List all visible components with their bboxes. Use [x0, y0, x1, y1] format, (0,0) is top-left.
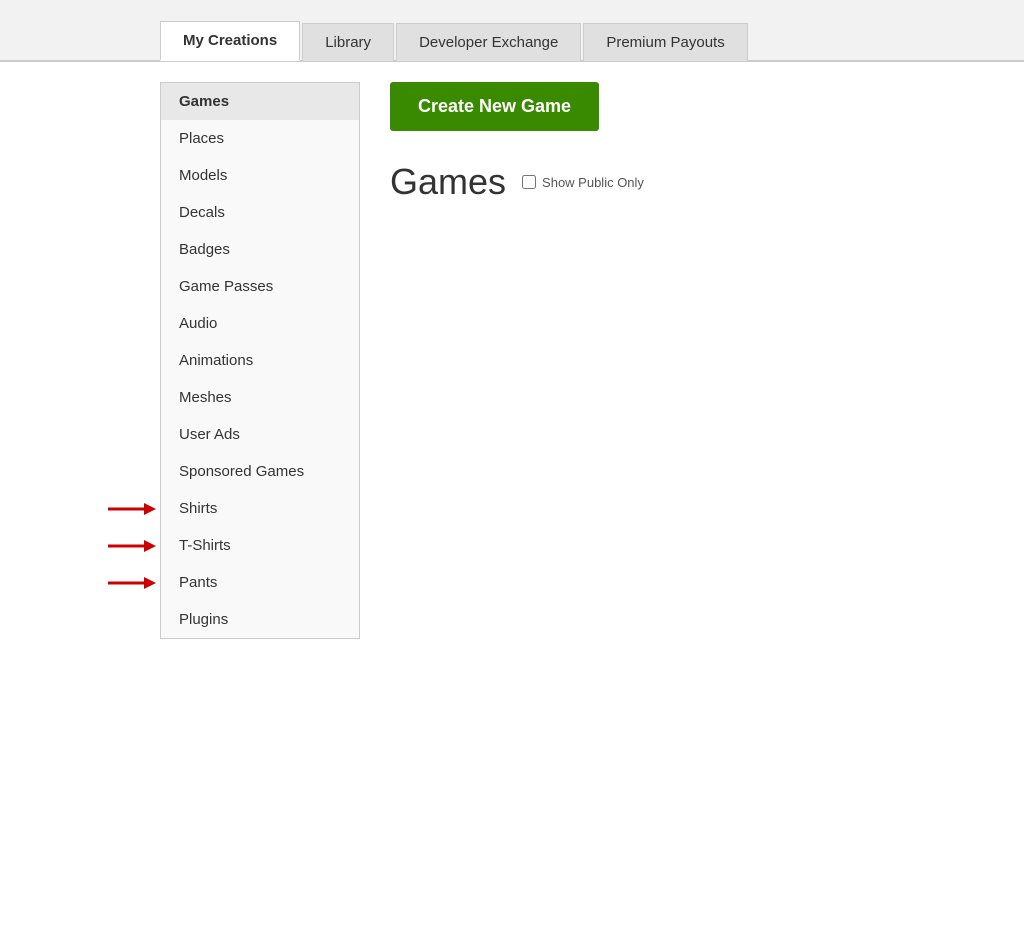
sidebar-item-label: T-Shirts [179, 537, 231, 554]
sidebar-item-label: Sponsored Games [179, 463, 304, 480]
show-public-only-row: Show Public Only [522, 175, 644, 190]
sidebar-item-badges[interactable]: Badges [161, 231, 359, 268]
sidebar-item-shirts[interactable]: Shirts [161, 490, 359, 527]
t-shirts-arrow-indicator [106, 535, 156, 557]
sidebar-item-label: Games [179, 93, 229, 110]
sidebar-item-label: Audio [179, 315, 217, 332]
tab-premium-payouts[interactable]: Premium Payouts [583, 23, 747, 61]
sidebar-item-label: Meshes [179, 389, 232, 406]
sidebar-item-label: Badges [179, 241, 230, 258]
sidebar-item-label: Places [179, 130, 224, 147]
section-title: Games [390, 161, 506, 203]
sidebar-item-label: Pants [179, 574, 217, 591]
main-content: Games Places Models Decals Badges Game P… [0, 62, 1024, 882]
create-new-game-button[interactable]: Create New Game [390, 82, 599, 131]
sidebar-item-animations[interactable]: Animations [161, 342, 359, 379]
sidebar-item-label: Animations [179, 352, 253, 369]
sidebar-item-label: Game Passes [179, 278, 273, 295]
tabs-bar: My Creations Library Developer Exchange … [0, 0, 1024, 62]
sidebar-item-plugins[interactable]: Plugins [161, 601, 359, 638]
sidebar-item-label: Shirts [179, 500, 217, 517]
sidebar-item-game-passes[interactable]: Game Passes [161, 268, 359, 305]
sidebar-item-label: Models [179, 167, 227, 184]
sidebar-item-meshes[interactable]: Meshes [161, 379, 359, 416]
section-title-row: Games Show Public Only [390, 161, 864, 203]
sidebar-item-audio[interactable]: Audio [161, 305, 359, 342]
tab-library[interactable]: Library [302, 23, 394, 61]
content-area: Create New Game Games Show Public Only [360, 82, 864, 882]
page-wrapper: My Creations Library Developer Exchange … [0, 0, 1024, 927]
sidebar-item-games[interactable]: Games [161, 83, 359, 120]
sidebar: Games Places Models Decals Badges Game P… [160, 82, 360, 639]
sidebar-item-sponsored-games[interactable]: Sponsored Games [161, 453, 359, 490]
sidebar-item-label: User Ads [179, 426, 240, 443]
pants-arrow-indicator [106, 572, 156, 594]
sidebar-item-label: Plugins [179, 611, 228, 628]
shirts-arrow-indicator [106, 498, 156, 520]
show-public-only-label: Show Public Only [542, 175, 644, 190]
sidebar-item-models[interactable]: Models [161, 157, 359, 194]
sidebar-item-places[interactable]: Places [161, 120, 359, 157]
sidebar-item-label: Decals [179, 204, 225, 221]
sidebar-item-user-ads[interactable]: User Ads [161, 416, 359, 453]
tab-my-creations[interactable]: My Creations [160, 21, 300, 61]
sidebar-item-t-shirts[interactable]: T-Shirts [161, 527, 359, 564]
tab-developer-exchange[interactable]: Developer Exchange [396, 23, 581, 61]
show-public-only-checkbox[interactable] [522, 175, 536, 189]
sidebar-item-pants[interactable]: Pants [161, 564, 359, 601]
sidebar-item-decals[interactable]: Decals [161, 194, 359, 231]
